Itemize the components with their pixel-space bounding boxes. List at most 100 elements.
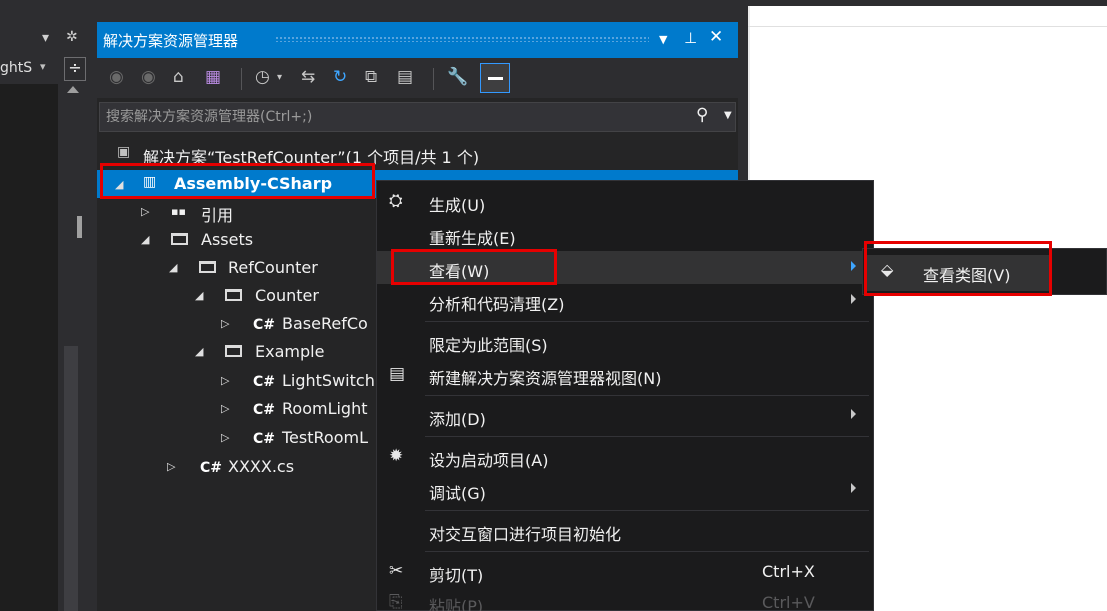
- editor-ruler: [748, 26, 1107, 27]
- highlight-box-project: [100, 163, 375, 199]
- search-options-icon[interactable]: ▼: [724, 110, 732, 121]
- home-icon[interactable]: ⌂: [173, 67, 184, 87]
- split-icon[interactable]: ÷: [64, 57, 86, 81]
- menu-item-label: 重新生成(E): [429, 229, 516, 248]
- toolbar-separator: [433, 68, 434, 90]
- close-icon[interactable]: ✕: [709, 27, 723, 47]
- highlight-box-view: [391, 249, 557, 285]
- menu-item-paste[interactable]: ⎘ 粘贴(P) Ctrl+V: [377, 586, 873, 611]
- dash-glyph: [488, 77, 503, 80]
- gear-icon[interactable]: ✲: [66, 29, 78, 45]
- menu-separator: [425, 510, 869, 511]
- menu-item-debug[interactable]: 调试(G): [377, 473, 873, 506]
- context-menu: ⛭ 生成(U) 重新生成(E) 查看(W) 分析和代码清理(Z) 限定为此范围(…: [376, 180, 874, 611]
- menu-item-label: 设为启动项目(A): [429, 451, 549, 470]
- tree-item-label: TestRoomL: [282, 428, 368, 447]
- tree-item-label: 引用: [201, 206, 234, 225]
- menu-item-label: 剪切(T): [429, 566, 484, 585]
- menu-item-label: 添加(D): [429, 410, 486, 429]
- scroll-marker: [77, 216, 82, 238]
- refresh-icon[interactable]: ↻: [333, 67, 347, 87]
- menu-item-new-view[interactable]: ▤ 新建解决方案资源管理器视图(N): [377, 358, 873, 391]
- tree-item-label: Assets: [201, 230, 254, 249]
- build-icon: ⛭: [389, 191, 403, 211]
- tree-item-label: XXXX.cs: [228, 457, 295, 476]
- menu-item-shortcut: Ctrl+X: [762, 562, 815, 581]
- submenu-arrow-icon: [851, 294, 856, 304]
- pin-icon[interactable]: ⊥: [684, 29, 697, 47]
- tree-item-label: RoomLight: [282, 399, 368, 418]
- scrollbar-thumb[interactable]: [64, 346, 78, 611]
- search-input[interactable]: [106, 107, 676, 127]
- preview-selected-icon[interactable]: [480, 63, 510, 93]
- solution-explorer-title-bar[interactable]: 解决方案资源管理器 ▼ ⊥ ✕: [97, 22, 738, 58]
- title-grip[interactable]: [275, 36, 649, 42]
- menu-item-rebuild[interactable]: 重新生成(E): [377, 218, 873, 251]
- collapsed-arrow-icon[interactable]: ▷: [221, 402, 229, 415]
- expanded-arrow-icon[interactable]: ◢: [195, 345, 203, 358]
- menu-item-analyze[interactable]: 分析和代码清理(Z): [377, 284, 873, 317]
- menu-separator: [425, 436, 869, 437]
- references-icon: ▪▪: [171, 205, 186, 218]
- switch-views-icon[interactable]: ▦: [205, 67, 221, 87]
- collapse-all-icon[interactable]: ⧉: [365, 67, 377, 87]
- menu-separator: [425, 395, 869, 396]
- menu-item-interactive-init[interactable]: 对交互窗口进行项目初始化: [377, 514, 873, 547]
- expanded-arrow-icon[interactable]: ◢: [141, 233, 149, 246]
- dropdown-icon[interactable]: ▾: [42, 30, 49, 46]
- highlight-box-class-diagram: [864, 241, 1052, 296]
- panel-title: 解决方案资源管理器: [103, 32, 239, 50]
- csharp-file-icon: C#: [253, 317, 276, 333]
- menu-item-cut[interactable]: ✂ 剪切(T) Ctrl+X: [377, 555, 873, 588]
- left-panel-header: ▾ ✲: [0, 22, 88, 56]
- menu-item-label: 分析和代码清理(Z): [429, 295, 565, 314]
- collapsed-arrow-icon[interactable]: ▷: [221, 374, 229, 387]
- chevron-down-icon[interactable]: ▾: [277, 72, 282, 83]
- sync-icon[interactable]: ⇆: [301, 67, 315, 87]
- left-panel: ▾ ✲ ghtS ▾ ÷: [0, 22, 88, 611]
- solution-icon: ▣: [117, 144, 131, 160]
- back-icon[interactable]: ◉: [109, 67, 124, 87]
- collapsed-arrow-icon[interactable]: ▷: [167, 460, 175, 473]
- folder-icon: [225, 345, 242, 361]
- search-box: ⚲ ▼: [99, 102, 736, 132]
- csharp-file-icon: C#: [200, 460, 223, 476]
- collapsed-arrow-icon[interactable]: ▷: [221, 431, 229, 444]
- window-position-icon[interactable]: ▼: [659, 33, 667, 46]
- gear-icon: ✹: [389, 446, 404, 466]
- new-view-icon: ▤: [389, 364, 406, 384]
- tree-item-label: Counter: [255, 286, 319, 305]
- submenu-arrow-icon: [851, 261, 856, 271]
- menu-item-label: 新建解决方案资源管理器视图(N): [429, 369, 662, 388]
- scroll-up-icon[interactable]: [67, 86, 79, 93]
- menu-item-build[interactable]: ⛭ 生成(U): [377, 185, 873, 218]
- menu-item-set-startup[interactable]: ✹ 设为启动项目(A): [377, 440, 873, 473]
- menu-item-scope[interactable]: 限定为此范围(S): [377, 325, 873, 358]
- menu-item-add[interactable]: 添加(D): [377, 399, 873, 432]
- menu-separator: [425, 321, 869, 322]
- folder-icon: [199, 261, 216, 277]
- expanded-arrow-icon[interactable]: ◢: [195, 289, 203, 302]
- pending-changes-icon[interactable]: ◷: [255, 67, 270, 87]
- tree-item-label: Example: [255, 342, 325, 361]
- collapsed-arrow-icon[interactable]: ▷: [141, 205, 149, 218]
- show-all-files-icon[interactable]: ▤: [397, 67, 413, 87]
- expanded-arrow-icon[interactable]: ◢: [169, 261, 177, 274]
- solution-explorer-toolbar: ◉ ◉ ⌂ ▦ ◷ ▾ ⇆ ↻ ⧉ ▤ 🔧: [97, 58, 738, 98]
- menu-item-label: 调试(G): [429, 484, 486, 503]
- tree-item-label: LightSwitch: [282, 371, 375, 390]
- collapsed-arrow-icon[interactable]: ▷: [221, 317, 229, 330]
- chevron-down-icon[interactable]: ▾: [40, 60, 46, 73]
- scissors-icon: ✂: [389, 561, 404, 581]
- menu-separator: [425, 551, 869, 552]
- left-scrollbar[interactable]: [58, 84, 88, 611]
- truncated-dropdown-text[interactable]: ghtS: [0, 60, 32, 76]
- tree-item-label: RefCounter: [228, 258, 318, 277]
- csharp-file-icon: C#: [253, 402, 276, 418]
- wrench-icon[interactable]: 🔧: [447, 67, 468, 87]
- forward-icon[interactable]: ◉: [141, 67, 156, 87]
- search-icon[interactable]: ⚲: [696, 105, 708, 125]
- clipboard-icon: ⎘: [389, 592, 403, 611]
- csharp-file-icon: C#: [253, 431, 276, 447]
- menu-item-shortcut: Ctrl+V: [762, 593, 815, 611]
